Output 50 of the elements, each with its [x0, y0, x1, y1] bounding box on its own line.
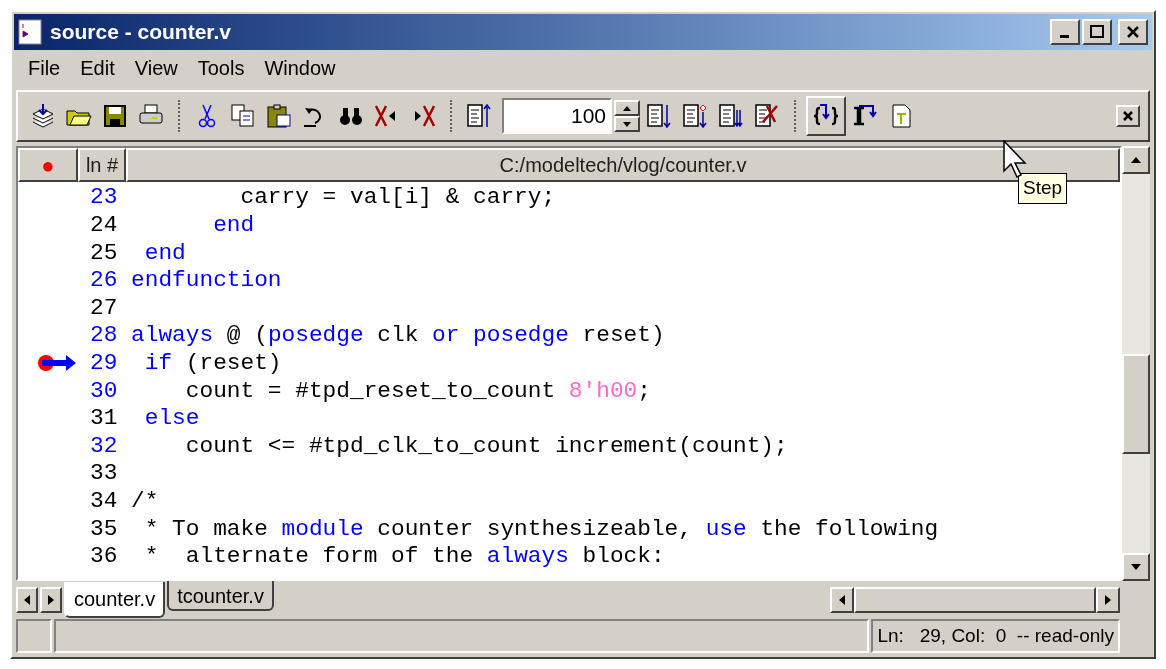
tab-scroll-right-button[interactable]: [40, 587, 62, 613]
right-arrow-icon: [48, 595, 54, 605]
code-line: 33: [90, 462, 119, 486]
menu-item[interactable]: Tools: [189, 53, 253, 83]
menu-item[interactable]: Edit: [72, 53, 123, 83]
code-line: 23 carry = val[i] & carry;: [90, 186, 556, 210]
code-line: 24 end: [90, 214, 255, 237]
horizontal-scrollbar[interactable]: [830, 587, 1120, 613]
tooltip: Step: [1018, 173, 1068, 204]
code-line: 32 count <= #tpd_clk_to_count increment(count);: [90, 434, 788, 458]
spin-button[interactable]: [614, 100, 640, 132]
scrollbar-thumb[interactable]: [854, 587, 1096, 613]
close-icon[interactable]: [1118, 19, 1148, 45]
file-tab[interactable]: counter.v: [64, 582, 166, 618]
left-arrow-icon: [839, 595, 845, 605]
code-line: 25 end: [90, 241, 186, 265]
menu-item[interactable]: View: [126, 53, 186, 83]
close-toolbar-button[interactable]: [1116, 105, 1140, 127]
window-title: source - counter.v: [50, 19, 231, 46]
menu-item[interactable]: Window: [256, 53, 344, 83]
vertical-scrollbar[interactable]: [1122, 146, 1150, 581]
line-number-field[interactable]: 100: [502, 98, 612, 134]
code-line: 26 endfunction: [90, 269, 282, 292]
file-path-header[interactable]: C:/modeltech/vlog/counter.v: [126, 148, 1120, 182]
maximize-icon[interactable]: [1082, 19, 1112, 45]
code-line: 30 count = #tpd_reset_to_count 8'h00;: [90, 379, 651, 403]
code-line: 29 if (reset): [90, 351, 282, 375]
file-tab[interactable]: tcounter.v: [167, 581, 274, 611]
line-column-header[interactable]: ln #: [78, 148, 126, 182]
document-icon: [18, 19, 42, 45]
code-line: 31 else: [90, 407, 200, 430]
up-arrow-icon: [623, 105, 631, 111]
menu-item[interactable]: File: [20, 53, 69, 83]
close-icon: [1122, 110, 1134, 122]
tab-scroll-left-button[interactable]: [16, 587, 38, 613]
code-line: 35 * To make module counter synthesizeable, use the following: [90, 517, 939, 541]
code-line: 34 /*: [90, 489, 159, 513]
up-arrow-icon: [1131, 157, 1141, 163]
scrollbar-thumb[interactable]: [1122, 354, 1150, 454]
down-arrow-icon: [1131, 564, 1141, 570]
code-line: 27: [90, 296, 119, 320]
code-line: 36 * alternate form of the always block:: [90, 545, 665, 568]
cursor-position-status: Ln: 29, Col: 0 -- read-only: [871, 619, 1120, 653]
minimize-icon[interactable]: [1050, 19, 1080, 45]
code-line: 28 always @ (posedge clk or posedge reset): [90, 324, 665, 348]
down-arrow-icon: [623, 121, 631, 127]
status-panel: [16, 619, 52, 653]
left-arrow-icon: [24, 595, 30, 605]
right-arrow-icon: [1105, 595, 1111, 605]
step-button[interactable]: [806, 96, 846, 136]
